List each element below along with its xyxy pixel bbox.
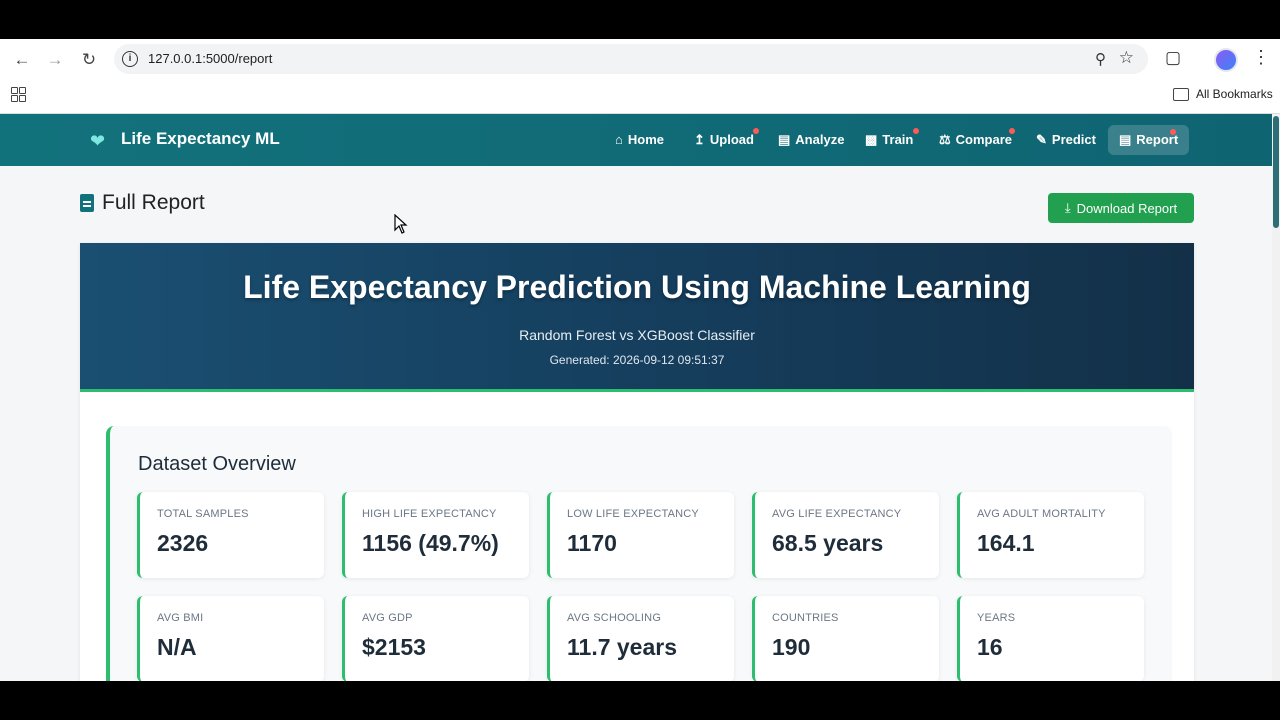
stat-card: Avg BMI N/A (137, 596, 324, 681)
folder-icon[interactable] (1173, 88, 1189, 101)
nav-train-label: Train (882, 132, 914, 147)
stat-card: High Life Expectancy 1156 (49.7%) (342, 492, 529, 578)
stat-label: Avg Schooling (567, 612, 662, 624)
stat-value: 2326 (157, 530, 209, 556)
stat-label: Avg BMI (157, 612, 204, 624)
nav-analyze-label: Analyze (795, 132, 845, 147)
download-report-button[interactable]: ⤓ Download Report (1048, 193, 1194, 223)
browser-toolbar: ← → ↻ i 127.0.0.1:5000/report ⚲ ☆ ▢ ⋮ (0, 39, 1280, 79)
nav-analyze[interactable]: ▤ Analyze (778, 125, 844, 155)
menu-kebab-icon[interactable]: ⋮ (1252, 47, 1270, 68)
report-card: Life Expectancy Prediction Using Machine… (80, 243, 1194, 681)
url-text[interactable]: 127.0.0.1:5000/report (148, 51, 272, 66)
stat-card: Avg Adult Mortality 164.1 (957, 492, 1144, 578)
forward-icon[interactable]: → (44, 49, 66, 71)
app-navbar: ❤ Life Expectancy ML ⌂ Home ↥ Upload ▤ A… (0, 114, 1272, 166)
balance-scale-icon: ⚖ (939, 132, 951, 147)
heartbeat-icon: ❤ (90, 131, 106, 151)
stat-label: Low Life Expectancy (567, 508, 699, 520)
stat-card: Avg GDP $2153 (342, 596, 529, 681)
stat-value: N/A (157, 634, 197, 660)
stat-value: 11.7 years (567, 634, 678, 660)
chart-icon: ▤ (778, 132, 791, 147)
stat-label: Avg Adult Mortality (977, 508, 1106, 520)
nav-train[interactable]: ▩ Train (865, 125, 919, 155)
page-scrollbar[interactable] (1272, 114, 1280, 681)
stat-label: Avg GDP (362, 612, 413, 624)
address-bar[interactable]: i 127.0.0.1:5000/report ⚲ ☆ (114, 44, 1148, 74)
notification-dot (913, 128, 919, 134)
download-icon: ⤓ (1064, 200, 1071, 215)
nav-predict-label: Predict (1051, 132, 1096, 147)
page-title: Full Report (102, 191, 205, 214)
notification-dot (1009, 128, 1015, 134)
nav-predict[interactable]: ✎ Predict (1036, 125, 1096, 155)
report-title: Life Expectancy Prediction Using Machine… (243, 269, 1031, 305)
nav-upload-label: Upload (709, 132, 754, 147)
back-icon[interactable]: ← (11, 49, 33, 71)
dataset-overview-section: Dataset Overview Total Samples 2326 High… (106, 426, 1172, 681)
stat-card: Countries 190 (752, 596, 939, 681)
document-icon: ▤ (1119, 132, 1132, 147)
stat-card: Low Life Expectancy 1170 (547, 492, 734, 578)
stat-value: 1156 (49.7%) (362, 530, 499, 556)
robot-icon: ▩ (865, 132, 878, 147)
scrollbar-thumb[interactable] (1273, 116, 1279, 228)
stat-value: 190 (772, 634, 811, 660)
report-generated-date: Generated: 2026-09-12 09:51:37 (549, 353, 725, 367)
apps-grid-icon[interactable] (11, 87, 26, 102)
reload-icon[interactable]: ↻ (78, 49, 100, 71)
home-icon: ⌂ (615, 132, 623, 147)
stat-value: 164.1 (977, 530, 1035, 556)
notification-dot (753, 128, 759, 134)
stat-label: High Life Expectancy (362, 508, 497, 520)
file-document-icon (80, 194, 94, 212)
stat-label: Avg Life Expectancy (772, 508, 902, 520)
notification-dot (1170, 129, 1176, 135)
nav-home-label: Home (627, 132, 664, 147)
stat-card: Avg Schooling 11.7 years (547, 596, 734, 681)
stat-value: 16 (977, 634, 1003, 660)
extensions-icon[interactable]: ▢ (1165, 48, 1181, 68)
stat-label: Years (977, 612, 1016, 624)
mouse-cursor-icon (394, 214, 408, 234)
site-info-icon[interactable]: i (122, 51, 138, 67)
nav-home[interactable]: ⌂ Home (615, 125, 664, 155)
upload-icon: ↥ (694, 132, 705, 147)
stat-label: Total Samples (157, 508, 249, 520)
stat-card: Total Samples 2326 (137, 492, 324, 578)
section-title: Dataset Overview (138, 453, 296, 475)
profile-avatar[interactable] (1214, 48, 1238, 72)
all-bookmarks-link[interactable]: All Bookmarks (1196, 87, 1273, 101)
report-hero: Life Expectancy Prediction Using Machine… (80, 243, 1194, 392)
nav-compare-label: Compare (955, 132, 1013, 147)
stat-card: Years 16 (957, 596, 1144, 681)
nav-report[interactable]: ▤ Report (1108, 125, 1190, 155)
stat-label: Countries (772, 612, 839, 624)
report-subtitle: Random Forest vs XGBoost Classifier (519, 327, 755, 343)
download-report-label: Download Report (1076, 200, 1178, 216)
stat-value: $2153 (362, 634, 426, 660)
bookmarks-bar: All Bookmarks (0, 79, 1280, 114)
zoom-icon[interactable]: ⚲ (1095, 50, 1106, 68)
stat-card: Avg Life Expectancy 68.5 years (752, 492, 939, 578)
nav-upload[interactable]: ↥ Upload (694, 125, 759, 155)
browser-window: ← → ↻ i 127.0.0.1:5000/report ⚲ ☆ ▢ ⋮ Al… (0, 39, 1280, 681)
brand-title[interactable]: Life Expectancy ML (121, 129, 280, 149)
stat-value: 1170 (567, 530, 617, 556)
nav-compare[interactable]: ⚖ Compare (939, 125, 1015, 155)
stat-value: 68.5 years (772, 530, 884, 556)
pencil-icon: ✎ (1036, 132, 1047, 147)
bookmark-star-icon[interactable]: ☆ (1119, 48, 1134, 68)
